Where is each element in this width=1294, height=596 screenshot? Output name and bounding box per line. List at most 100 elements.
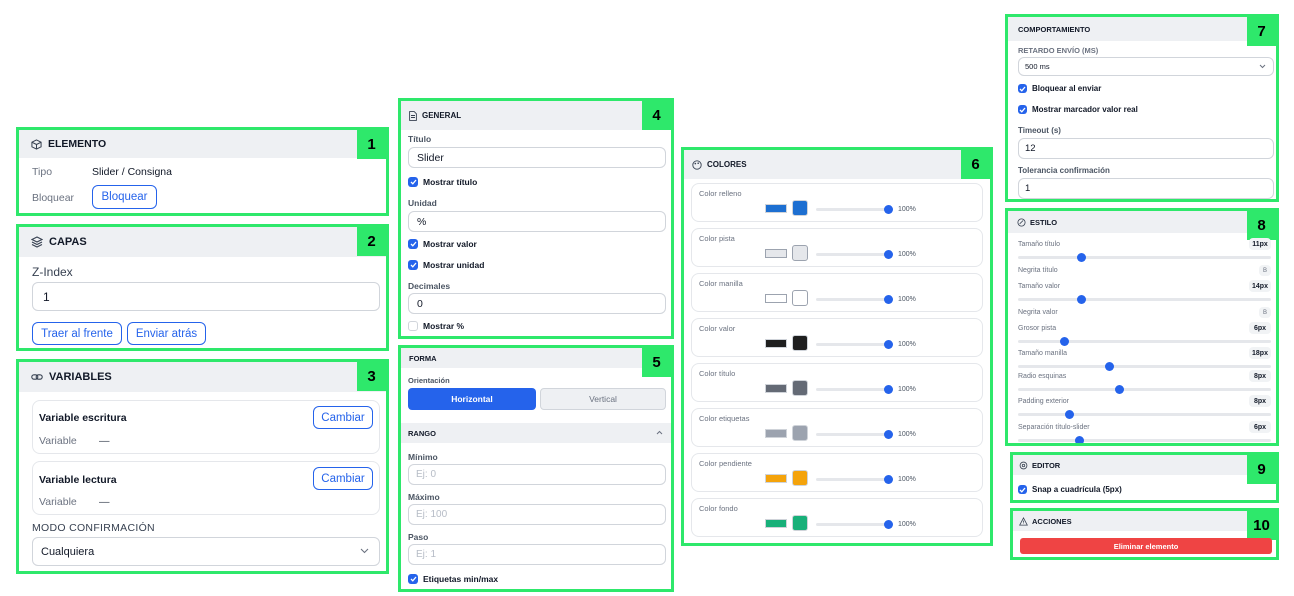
- color-row: Color relleno 100%: [691, 183, 983, 222]
- opacity-slider-track[interactable]: [816, 253, 888, 256]
- color-picker-button[interactable]: [792, 200, 808, 216]
- style-row-label: Grosor pista: [1018, 325, 1057, 332]
- opacity-slider-handle[interactable]: [884, 295, 893, 304]
- etiquetas-checkbox[interactable]: Etiquetas min/max: [408, 574, 498, 584]
- mode-select[interactable]: Cualquiera: [32, 537, 380, 566]
- paso-input[interactable]: Ej: 1: [408, 544, 666, 565]
- opacity-value: 100%: [898, 521, 916, 528]
- snap-label: Snap a cuadrícula (5px): [1032, 485, 1122, 494]
- timeout-input[interactable]: 12: [1018, 138, 1274, 159]
- opacity-slider-handle[interactable]: [884, 475, 893, 484]
- color-picker-button[interactable]: [792, 515, 808, 531]
- mostrar-valor-checkbox[interactable]: Mostrar valor: [408, 239, 477, 249]
- opacity-slider-track[interactable]: [816, 208, 888, 211]
- mostrar-valor-label: Mostrar valor: [423, 239, 477, 249]
- opacity-slider-track[interactable]: [816, 523, 888, 526]
- bloquear-button[interactable]: Bloquear: [92, 185, 157, 209]
- retardo-select[interactable]: 500 ms: [1018, 57, 1274, 76]
- style-slider-handle[interactable]: [1115, 385, 1125, 394]
- zindex-input[interactable]: 1: [32, 282, 380, 311]
- style-slider-track[interactable]: [1018, 298, 1271, 301]
- color-picker-button[interactable]: [792, 290, 808, 306]
- style-slider-track[interactable]: [1018, 256, 1271, 259]
- style-slider-handle[interactable]: [1077, 295, 1087, 304]
- mostrar-unidad-checkbox[interactable]: Mostrar unidad: [408, 260, 484, 270]
- marcador-label: Mostrar marcador valor real: [1032, 105, 1138, 114]
- acciones-header: ACCIONES: [1013, 511, 1276, 531]
- mostrar-titulo-checkbox[interactable]: Mostrar título: [408, 177, 477, 187]
- style-slider-track[interactable]: [1018, 413, 1271, 416]
- opacity-slider-track[interactable]: [816, 388, 888, 391]
- read-variable-label: Variable: [39, 496, 77, 508]
- link-icon: [31, 371, 43, 383]
- style-slider-handle[interactable]: [1105, 362, 1115, 371]
- panel-number: 7: [1247, 17, 1276, 46]
- color-picker-button[interactable]: [792, 335, 808, 351]
- rango-header[interactable]: RANGO: [401, 423, 671, 443]
- color-row-label: Color etiquetas: [699, 414, 750, 423]
- style-slider-track[interactable]: [1018, 439, 1271, 442]
- editor-panel: EDITOR 9 Snap a cuadrícula (5px): [1010, 452, 1279, 503]
- chevron-up-icon: [656, 430, 663, 435]
- bloquear-enviar-checkbox[interactable]: Bloquear al enviar: [1018, 84, 1101, 93]
- style-slider-handle[interactable]: [1077, 253, 1087, 262]
- color-picker-button[interactable]: [792, 245, 808, 261]
- opacity-slider-handle[interactable]: [884, 250, 893, 259]
- opacity-slider-handle[interactable]: [884, 385, 893, 394]
- style-slider-track[interactable]: [1018, 388, 1271, 391]
- color-preview-swatch: [765, 429, 787, 438]
- style-row-label: Separación título-slider: [1018, 424, 1090, 431]
- style-slider-track[interactable]: [1018, 365, 1271, 368]
- vertical-button[interactable]: Vertical: [540, 388, 666, 410]
- horizontal-button[interactable]: Horizontal: [408, 388, 536, 410]
- color-picker-button[interactable]: [792, 425, 808, 441]
- color-picker-button[interactable]: [792, 380, 808, 396]
- tolerancia-input[interactable]: 1: [1018, 178, 1274, 199]
- write-variable-change-button[interactable]: Cambiar: [313, 406, 373, 429]
- opacity-slider-handle[interactable]: [884, 205, 893, 214]
- color-row: Color manilla 100%: [691, 273, 983, 312]
- style-row-label: Negrita valor: [1018, 309, 1058, 316]
- opacity-slider-handle[interactable]: [884, 340, 893, 349]
- zindex-label: Z-Index: [32, 265, 73, 279]
- check-icon: [1018, 485, 1027, 494]
- opacity-slider-handle[interactable]: [884, 430, 893, 439]
- style-slider-handle[interactable]: [1059, 337, 1069, 346]
- titulo-label: Título: [408, 134, 432, 144]
- orientacion-label: Orientación: [408, 376, 450, 385]
- color-picker-button[interactable]: [792, 470, 808, 486]
- titulo-input[interactable]: Slider: [408, 147, 666, 168]
- bring-front-button[interactable]: Traer al frente: [32, 322, 122, 345]
- maximo-input[interactable]: Ej: 100: [408, 504, 666, 525]
- bold-toggle-button[interactable]: B: [1259, 307, 1271, 318]
- unidad-input[interactable]: %: [408, 211, 666, 232]
- snap-checkbox[interactable]: Snap a cuadrícula (5px): [1018, 485, 1122, 494]
- style-slider-handle[interactable]: [1074, 436, 1084, 443]
- decimales-input[interactable]: 0: [408, 293, 666, 314]
- style-value-chip: 6px: [1249, 322, 1271, 334]
- read-variable-change-button[interactable]: Cambiar: [313, 467, 373, 490]
- opacity-slider-track[interactable]: [816, 298, 888, 301]
- horizontal-label: Horizontal: [451, 394, 493, 404]
- opacity-slider-track[interactable]: [816, 343, 888, 346]
- acciones-panel: ACCIONES 10 Eliminar elemento: [1010, 508, 1279, 560]
- opacity-slider-track[interactable]: [816, 478, 888, 481]
- read-variable-value: —: [99, 496, 110, 508]
- marcador-checkbox[interactable]: Mostrar marcador valor real: [1018, 105, 1138, 114]
- opacity-slider-track[interactable]: [816, 433, 888, 436]
- style-slider-track[interactable]: [1018, 340, 1271, 343]
- minimo-input[interactable]: Ej: 0: [408, 464, 666, 485]
- opacity-value: 100%: [898, 431, 916, 438]
- bold-toggle-button[interactable]: B: [1259, 265, 1271, 276]
- panel-number: 5: [642, 348, 671, 377]
- panel-number: 4: [642, 101, 671, 130]
- delete-element-button[interactable]: Eliminar elemento: [1020, 538, 1272, 554]
- style-slider-handle[interactable]: [1064, 410, 1074, 419]
- mostrar-pct-checkbox[interactable]: Mostrar %: [408, 321, 464, 331]
- colores-panel: COLORES 6 Color relleno 100% Color pista 10…: [681, 147, 993, 546]
- panel-number: 2: [357, 227, 386, 256]
- opacity-slider-handle[interactable]: [884, 520, 893, 529]
- send-back-button[interactable]: Enviar atrás: [127, 322, 206, 345]
- panel-number: 9: [1247, 455, 1276, 484]
- opacity-value: 100%: [898, 386, 916, 393]
